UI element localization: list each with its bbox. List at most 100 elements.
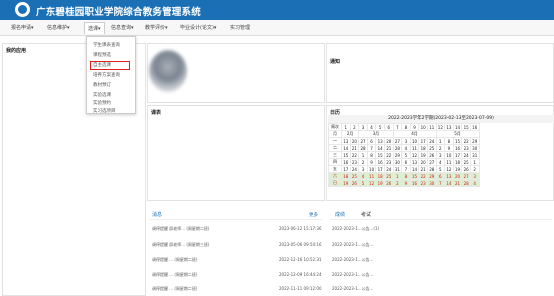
calendar-day-row: 二 14 21 28 7 14 21 28 4 11 18 25 2 9 16 23 30 [328, 144, 480, 152]
calendar-date: 16 [341, 158, 351, 166]
calendar-date: 23 [383, 158, 394, 166]
calendar-date: 13 [341, 137, 351, 145]
message-title: 调停提醒 ... (周星期二班) [152, 257, 198, 262]
calendar-date: 18 [375, 172, 385, 180]
calendar-date: 18 [418, 144, 428, 152]
grade-item[interactable]: 2022-2023-1...公告... [332, 257, 532, 263]
calendar-date: 26 [349, 179, 360, 187]
calendar-date: 5 [358, 179, 368, 187]
nav-item-info-maintain[interactable]: 信息维护▾ [47, 24, 70, 31]
calendar-date: 15 [452, 137, 463, 145]
calendar-date: 4 [435, 158, 446, 166]
tab-grades[interactable]: 成绩 [335, 211, 345, 218]
calendar-week-number: 11 [426, 123, 437, 131]
calendar-day-label: 五 [328, 165, 342, 173]
calendar-date: 15 [375, 151, 385, 159]
calendar-date: 14 [341, 144, 351, 152]
calendar-month-label: 月 [328, 130, 342, 138]
calendar-month: 4月 [392, 130, 437, 138]
calendar-date: 26 [461, 165, 471, 173]
calendar-date: 15 [409, 172, 420, 180]
tab-messages[interactable]: 消息 [152, 211, 162, 218]
calendar-date: 29 [469, 137, 480, 145]
message-row[interactable]: 调停提醒 邱老师... (周星期三班) 2023-05-06 09:54:16 [152, 240, 322, 250]
calendar-date: 26 [426, 151, 437, 159]
calendar-date: 3 [358, 165, 368, 173]
calendar-date: 6 [366, 137, 377, 145]
calendar-date: 3 [401, 137, 411, 145]
calendar-week-number: 15 [461, 123, 471, 131]
nav-item-info-query[interactable]: 信息查询▾ [111, 24, 134, 31]
calendar-date: 30 [426, 179, 437, 187]
grade-item[interactable]: 2022-2023-1...公告... [332, 272, 532, 278]
calendar-week-number: 14 [452, 123, 463, 131]
calendar-date: 8 [444, 137, 454, 145]
calendar-date: 22 [349, 151, 360, 159]
grade-item[interactable]: 2022-2023-1...公告...(1) [332, 226, 532, 232]
right-tabs: 成绩 考试 [335, 211, 387, 218]
calendar-date: 1 [469, 158, 480, 166]
menu-item-lab-booking[interactable]: 实验预约 [93, 100, 111, 106]
calendar-date: 2 [469, 165, 480, 173]
calendar-date: 27 [358, 137, 368, 145]
calendar-date: 17 [452, 151, 463, 159]
calendar-week-number: 9 [409, 123, 420, 131]
calendar-date: 16 [375, 158, 385, 166]
calendar-date: 19 [341, 179, 351, 187]
calendar-date: 8 [401, 172, 411, 180]
calendar-month: 5月 [435, 130, 480, 138]
calendar-date: 21 [452, 179, 463, 187]
calendar-week-number: 12 [435, 123, 446, 131]
menu-item-textbook[interactable]: 教材预订 [93, 82, 111, 88]
calendar-date: 29 [392, 151, 403, 159]
calendar-week-number: 2 [349, 123, 360, 131]
grade-item[interactable]: 2022-2023-1...公告... [332, 286, 532, 292]
grade-item[interactable]: 2022-2023-1...公告... [332, 242, 532, 248]
message-title: 调停提醒 邱老师... (周星期二班) [152, 226, 210, 231]
calendar-date: 25 [426, 144, 437, 152]
menu-item-pre-select[interactable]: 课程预选 [93, 52, 111, 58]
calendar-date: 13 [409, 158, 420, 166]
nav-item-thesis[interactable]: 毕业设计(论文)▾ [180, 24, 216, 31]
message-row[interactable]: 调停提醒 邱老师... (周星期二班) 2023-06-12 15:17:36 [152, 224, 322, 234]
calendar-date: 4 [469, 179, 480, 187]
menu-item-internship-project[interactable]: 实习选项目 [93, 108, 116, 114]
nav-item-teaching-eval[interactable]: 教学评价▾ [145, 24, 168, 31]
calendar-date: 17 [418, 137, 428, 145]
main-nav: 报名申请▾ 信息维护▾ 选课▾ 信息查询▾ 教学评价▾ 毕业设计(论文)▾ 实习… [0, 20, 554, 36]
calendar-week-number: 7 [392, 123, 403, 131]
nav-item-registration[interactable]: 报名申请▾ [11, 24, 34, 31]
calendar-day-row: 日 19 26 5 12 19 26 2 9 16 23 30 7 14 21 28 4 [328, 179, 480, 187]
calendar-week-number: 6 [383, 123, 394, 131]
messages-more-link[interactable]: 更多 [309, 212, 318, 218]
calendar-date: 17 [375, 165, 385, 173]
calendar-week-number: 16 [469, 123, 480, 131]
calendar-date: 23 [461, 144, 471, 152]
nav-item-course-select[interactable]: 选课▾ [84, 22, 105, 34]
calendar-date: 9 [444, 144, 454, 152]
calendar-week-number: 3 [358, 123, 368, 131]
calendar-date: 15 [341, 151, 351, 159]
tab-exams[interactable]: 考试 [361, 211, 371, 218]
menu-item-schedule-query[interactable]: 学生课表查询 [93, 42, 120, 48]
calendar-day-label: 一 [328, 137, 342, 145]
calendar-day-row: 六 18 25 4 11 18 25 1 8 15 22 29 6 13 20 27 3 [328, 172, 480, 180]
messages-divider [150, 219, 322, 220]
right-divider [330, 219, 552, 220]
menu-item-training-plan[interactable]: 培养方案查询 [93, 72, 120, 78]
message-time: 2022-12-09 16:44:24 [279, 272, 322, 277]
message-row[interactable]: 调停提醒 ... (周星期二班) 2022-11-11 09:12:00 [152, 284, 322, 294]
calendar-col-label: 周次 [328, 123, 342, 131]
calendar-date: 21 [383, 144, 394, 152]
menu-item-self-select[interactable]: 自主选课 [93, 62, 111, 68]
message-title: 调停提醒 邱老师... (周星期三班) [152, 242, 210, 247]
menu-item-lab-select[interactable]: 实验选课 [93, 92, 111, 98]
calendar-date: 27 [426, 158, 437, 166]
calendar-date: 4 [401, 144, 411, 152]
calendar-date: 16 [409, 179, 420, 187]
message-row[interactable]: 调停提醒 ... (周星期二班) 2022-12-09 16:44:24 [152, 270, 322, 280]
calendar-date: 14 [444, 179, 454, 187]
calendar-date: 20 [418, 158, 428, 166]
message-row[interactable]: 调停提醒 ... (周星期二班) 2022-12-16 10:52:31 [152, 255, 322, 265]
nav-item-internship[interactable]: 实习管理 [230, 24, 250, 31]
